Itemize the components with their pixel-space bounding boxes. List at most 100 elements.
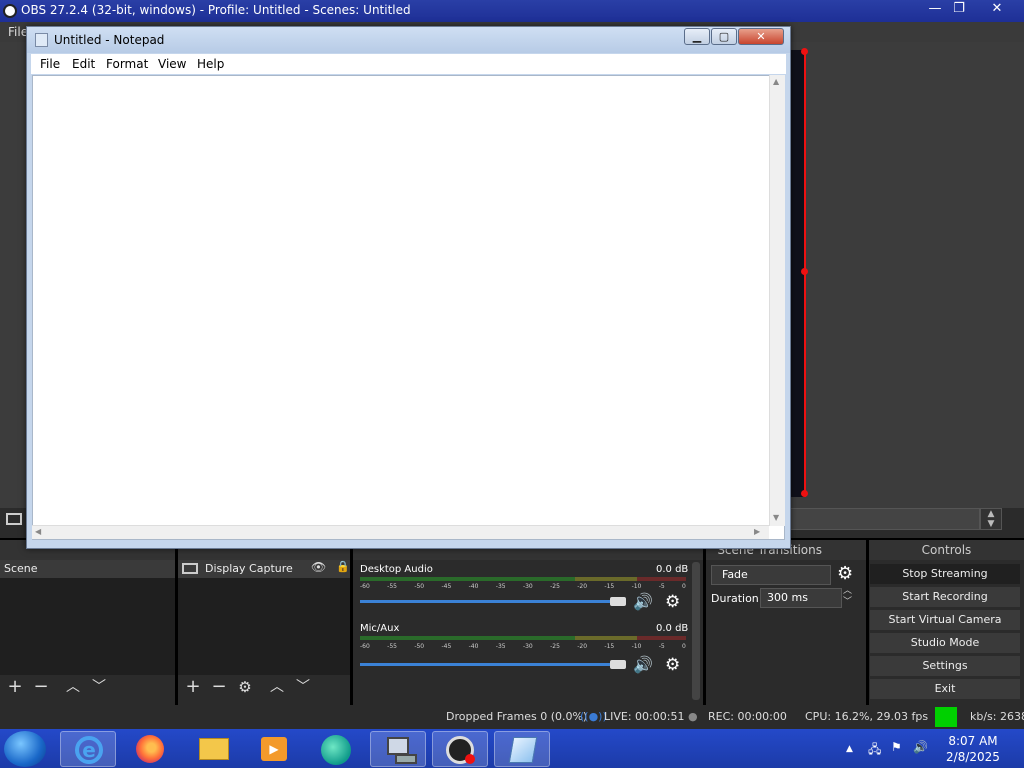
clock-date: 2/8/2025 [946,750,1000,764]
speaker-icon[interactable]: 🔊 [633,592,653,611]
move-up-icon[interactable]: ︿ [266,678,288,696]
move-up-icon[interactable]: ︿ [62,678,84,696]
duration-input[interactable]: 300 ms [760,588,842,608]
obs-title-bar[interactable]: OBS 27.2.4 (32-bit, windows) - Profile: … [0,0,1024,22]
obs-status-bar: Dropped Frames 0 (0.0%) ((●)) LIVE: 00:0… [0,705,1024,729]
settings-button[interactable]: Settings [870,656,1020,676]
network-tool-icon[interactable] [370,731,426,767]
start-recording-button[interactable]: Start Recording [870,587,1020,607]
meter-tick-label: -15 [604,583,615,590]
notepad-menu-edit[interactable]: Edit [72,57,95,71]
scroll-down-arrow-icon[interactable]: ▼ [773,513,779,522]
file-explorer-icon[interactable] [186,731,242,767]
source-property-field[interactable] [785,508,980,530]
live-broadcast-icon: ((●)) [580,710,607,723]
notepad-title-bar[interactable]: Untitled - Notepad ▁ ▢ ✕ [27,27,790,53]
meter-tick-label: -5 [658,643,665,650]
meter-tick-label: -5 [658,583,665,590]
notepad-menu-view[interactable]: View [158,57,186,71]
firefox-icon[interactable] [124,731,180,767]
volume-slider[interactable] [360,600,610,603]
network-icon[interactable]: 🖧 [868,740,881,761]
volume-slider[interactable] [360,663,610,666]
cpu-fps-text: CPU: 16.2%, 29.03 fps [805,710,929,723]
notepad-maximize-button[interactable]: ▢ [711,28,737,45]
transition-select[interactable]: Fade [711,565,831,585]
notepad-menu-help[interactable]: Help [197,57,224,71]
obs-close-button[interactable]: ✕ [980,0,1014,20]
selection-handle[interactable] [801,48,808,55]
mixer-scrollbar[interactable] [692,562,700,700]
mixer-track-db: 0.0 dB [656,623,689,634]
volume-slider-knob[interactable] [610,597,626,606]
scene-item[interactable]: Scene [0,560,175,578]
record-dot-icon: ● [688,710,698,723]
selection-handle[interactable] [801,490,808,497]
remove-scene-icon[interactable]: − [30,678,52,696]
scroll-left-arrow-icon[interactable]: ◀ [35,527,41,536]
stream-health-indicator [935,707,957,727]
obs-maximize-button[interactable]: ❐ [942,0,976,20]
scroll-up-arrow-icon[interactable]: ▲ [773,77,779,86]
add-scene-icon[interactable]: + [4,678,26,696]
meter-tick-label: -35 [495,643,506,650]
add-source-icon[interactable]: + [182,678,204,696]
scenes-list[interactable] [0,578,175,675]
meter-tick-label: -45 [441,583,452,590]
meter-tick-label: -10 [631,643,642,650]
browser-icon[interactable] [308,731,364,767]
audio-level-meter [360,636,686,640]
bitrate-text: kb/s: 2638 [970,710,1024,723]
transition-gear-icon[interactable]: ⚙ [837,563,853,584]
monitor-icon [6,513,22,525]
notepad-minimize-button[interactable]: ▁ [684,28,710,45]
notepad-close-button[interactable]: ✕ [738,28,784,45]
meter-tick-label: -25 [550,643,560,650]
meter-tick-label: -60 [360,643,370,650]
taskbar-clock[interactable]: 8:07 AM 2/8/2025 [930,733,1016,765]
audio-level-meter [360,577,686,581]
sources-list[interactable] [178,578,350,675]
media-player-icon[interactable]: ▶ [246,731,302,767]
meter-tick-label: -35 [495,583,506,590]
meter-tick-label: -40 [468,583,479,590]
lock-icon[interactable]: 🔒 [336,560,350,573]
start-virtual-camera-button[interactable]: Start Virtual Camera [870,610,1020,630]
notepad-vertical-scrollbar[interactable]: ▲ ▼ [769,75,785,526]
notepad-horizontal-scrollbar[interactable]: ◀ ▶ [32,525,769,539]
dropped-frames-text: Dropped Frames 0 (0.0%) [446,710,588,723]
meter-tick-label: -15 [604,643,615,650]
controls-dock-header: Controls [869,540,1024,560]
rec-timer: REC: 00:00:00 [708,710,787,723]
show-hidden-icons-icon[interactable]: ▲ [846,744,853,754]
notepad-text-area[interactable] [32,75,785,540]
volume-slider-knob[interactable] [610,660,626,669]
internet-explorer-icon[interactable]: e [60,731,116,767]
property-spinner[interactable]: ▲ ▼ [980,508,1002,530]
studio-mode-button[interactable]: Studio Mode [870,633,1020,653]
speaker-icon[interactable]: 🔊 [633,655,653,674]
obs-icon[interactable] [432,731,488,767]
duration-label: Duration [711,592,759,605]
source-properties-gear-icon[interactable]: ⚙ [234,678,256,696]
obs-window-title: OBS 27.2.4 (32-bit, windows) - Profile: … [21,3,411,17]
volume-icon[interactable]: 🔊 [913,740,928,754]
scroll-right-arrow-icon[interactable]: ▶ [754,527,760,536]
obs-logo-icon [3,4,17,18]
mixer-gear-icon[interactable]: ⚙ [665,592,680,612]
exit-button[interactable]: Exit [870,679,1020,699]
remove-source-icon[interactable]: − [208,678,230,696]
notepad-icon[interactable] [494,731,550,767]
stop-streaming-button[interactable]: Stop Streaming [870,564,1020,584]
start-button[interactable] [4,731,46,767]
mixer-gear-icon[interactable]: ⚙ [665,655,680,675]
notepad-menu-file[interactable]: File [40,57,60,71]
notepad-menu-format[interactable]: Format [106,57,148,71]
action-center-flag-icon[interactable]: ⚑ [891,740,902,754]
selection-handle[interactable] [801,268,808,275]
move-down-icon[interactable]: ﹀ [88,678,110,696]
notepad-app-icon [35,33,48,47]
duration-spinner[interactable]: ︿ ﹀ [843,586,852,608]
move-down-icon[interactable]: ﹀ [292,678,314,696]
visibility-eye-icon[interactable]: 👁 [311,560,326,574]
